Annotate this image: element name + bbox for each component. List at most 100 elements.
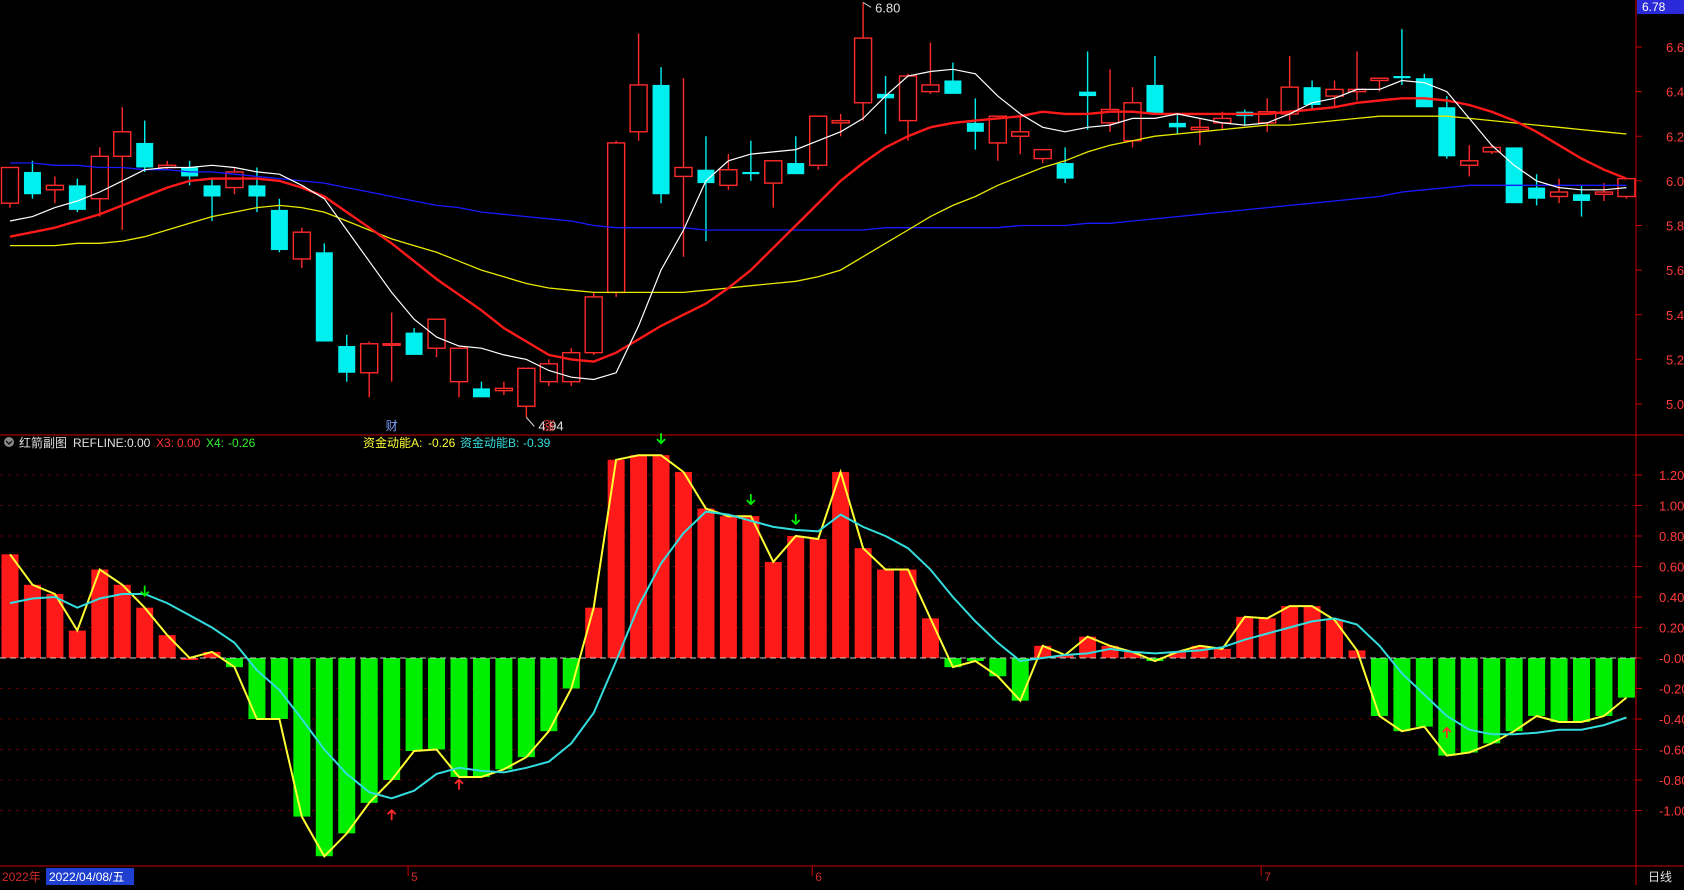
candle-body-down: [1393, 76, 1411, 79]
indicator-bar-negative: [450, 658, 468, 777]
candle-body-up: [449, 347, 469, 383]
indicator-bar-negative: [1460, 658, 1478, 753]
candle-body-down: [1438, 107, 1456, 157]
indicator-tick-label: -0.00: [1659, 651, 1684, 666]
indicator-tick-label: -1.00: [1659, 804, 1684, 819]
indicator-bar-negative: [428, 658, 446, 750]
period-label[interactable]: 日线: [1648, 870, 1672, 884]
candle-body-down: [68, 185, 86, 210]
candle-body-up: [719, 169, 738, 187]
candle-body-down: [338, 345, 356, 373]
candle-body-up: [629, 84, 648, 133]
candle-body-down: [1168, 122, 1186, 128]
candle-body-up: [113, 131, 132, 158]
indicator-bar-negative: [1438, 658, 1456, 756]
indicator-tick-label: 0.80: [1659, 529, 1684, 544]
candle-body-up: [853, 37, 873, 104]
high-price-label: 6.80: [875, 0, 900, 15]
indicator-bar-positive: [854, 548, 872, 658]
indicator-bar-negative: [1505, 658, 1523, 732]
indicator-bar-positive: [1213, 648, 1231, 658]
indicator-tick-label: 1.00: [1659, 499, 1684, 514]
indicator-bar-negative: [989, 658, 1007, 677]
indicator-bar-negative: [360, 658, 378, 803]
red-up-arrow-icon: [387, 809, 397, 821]
price-tick-label: 6.40: [1666, 85, 1684, 100]
green-down-arrow-icon: [746, 494, 756, 506]
indicator-bar-negative: [1415, 658, 1433, 727]
candle-body-up: [764, 160, 783, 184]
candle-body-up: [1190, 126, 1210, 131]
candle-body-down: [787, 163, 805, 175]
indicator-bar-negative: [270, 658, 288, 719]
candle-body-down: [1146, 84, 1164, 114]
current-price-text: 6.78: [1642, 0, 1666, 14]
indicator-bar-positive: [630, 455, 648, 658]
candle-body-up: [427, 318, 446, 349]
indicator-bar-positive: [675, 471, 692, 658]
indicator-bar-negative: [248, 658, 266, 719]
candle-body-up: [584, 296, 603, 354]
indicator-tick-label: 0.40: [1659, 590, 1684, 605]
price-tick-label: 5.60: [1666, 263, 1684, 278]
candle-body-up: [921, 84, 940, 93]
month-label: 5: [411, 870, 418, 884]
indicator-bar-negative: [383, 658, 401, 780]
indicator-bar-negative: [1573, 658, 1590, 723]
indicator-tick-label: -0.60: [1659, 743, 1684, 758]
x4-value: -0.26: [228, 436, 256, 450]
indicator-bar-positive: [764, 561, 782, 658]
indicator-tick-label: 0.20: [1659, 621, 1684, 636]
candle-body-down: [472, 388, 490, 398]
x3-value: 0.00: [177, 436, 201, 450]
candle-body-up: [517, 367, 536, 407]
candle-body-up: [898, 75, 918, 122]
candle-body-up: [382, 343, 401, 346]
candle-body-down: [270, 209, 288, 251]
indicator-header: 红箭副图 REFLINE: 0.00 X3: 0.00 X4: -0.26 资金动能A: -0.…: [4, 435, 551, 450]
indicator-bar-negative: [1617, 658, 1635, 698]
indicator-bar-negative: [517, 658, 535, 758]
indicator-bar-positive: [607, 459, 625, 658]
indicator-bar-negative: [1528, 658, 1546, 716]
candle-body-up: [674, 166, 693, 178]
kline-chart-window[interactable]: 6.60 6.40 6.20 6.00 5.80 5.60 5.40 5.20 5.00 6.78…: [0, 0, 1684, 885]
collapse-icon[interactable]: [4, 437, 14, 447]
indicator-tick-label: 0.60: [1659, 560, 1684, 575]
price-tick-label: 5.00: [1666, 397, 1684, 412]
indicator-bar-positive: [809, 539, 827, 658]
candle-body-up: [831, 119, 850, 124]
candle-body-up: [1033, 148, 1052, 160]
refline-label: REFLINE:: [73, 436, 127, 450]
low-pointer: [525, 417, 535, 427]
price-tick-label: 6.00: [1666, 174, 1684, 189]
indicator-tick-label: 1.20: [1659, 468, 1684, 483]
event-marker-cai[interactable]: 财: [386, 419, 398, 433]
indicator-bar-negative: [1393, 658, 1411, 732]
candle-body-down: [1528, 187, 1546, 199]
candle-body-down: [966, 122, 984, 132]
candle-body-up: [1123, 102, 1142, 142]
candle-body-down: [315, 252, 333, 342]
indicator-bar-negative: [338, 658, 356, 834]
high-pointer: [862, 1, 872, 8]
candle-body-up: [1460, 160, 1479, 166]
event-marker-zhang[interactable]: 涨: [543, 418, 555, 433]
candle-body-up: [606, 142, 626, 294]
indicator-bar-positive: [1326, 619, 1344, 658]
fund-momentum-b-value: -0.39: [523, 436, 551, 450]
month-label: 7: [1264, 870, 1271, 884]
candle-body-up: [45, 184, 65, 191]
indicator-tick-label: -0.40: [1659, 712, 1684, 727]
indicator-bar-positive: [742, 516, 760, 658]
indicator-bar-negative: [472, 658, 490, 777]
x4-label: X4:: [206, 436, 224, 450]
indicator-bars: [1, 455, 1635, 857]
price-tick-label: 6.60: [1666, 40, 1684, 55]
candle-body-down: [136, 142, 154, 168]
candle-body-down: [742, 171, 760, 175]
candle-body-down: [23, 171, 41, 195]
fund-momentum-b-label: 资金动能B:: [460, 435, 519, 450]
indicator-bar-positive: [68, 630, 86, 658]
chart-canvas[interactable]: 6.60 6.40 6.20 6.00 5.80 5.60 5.40 5.20 5.00 6.78…: [0, 0, 1684, 885]
